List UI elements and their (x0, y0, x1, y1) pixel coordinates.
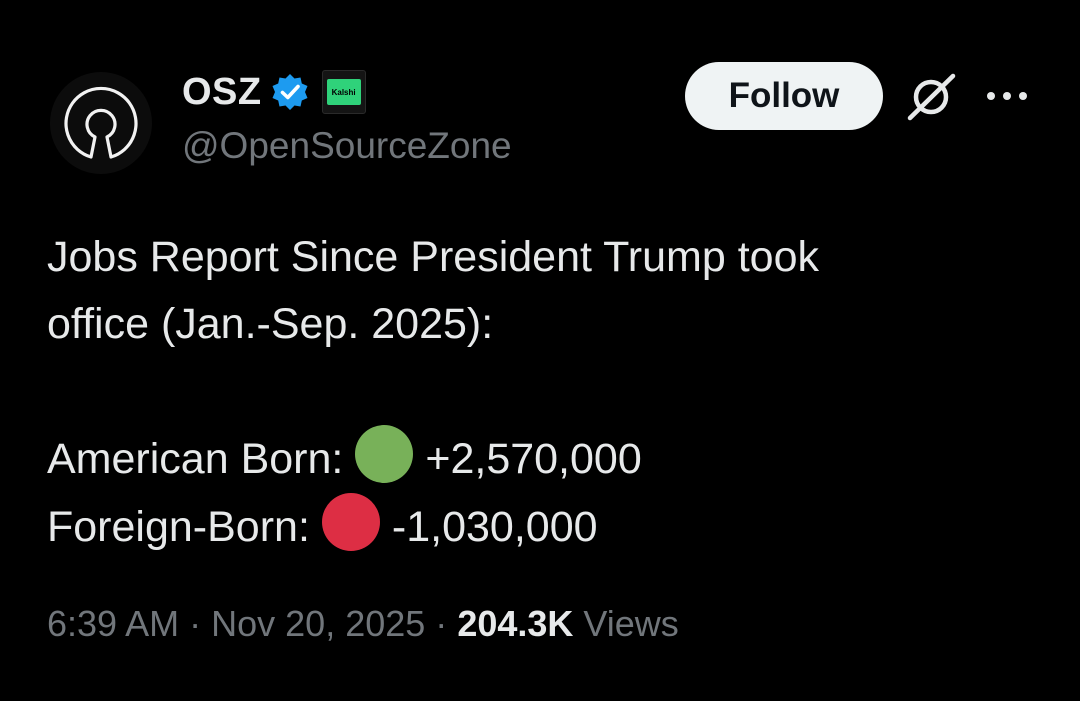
green-circle-icon (355, 425, 414, 483)
open-source-logo-icon (64, 86, 138, 159)
american-born-label: American Born: (47, 435, 344, 483)
tweet-meta: 6:39 AM · Nov 20, 2025 · 204.3K Views (47, 603, 679, 645)
tweet-time[interactable]: 6:39 AM (47, 603, 179, 644)
avatar[interactable] (50, 72, 152, 174)
author-handle[interactable]: @OpenSourceZone (182, 125, 512, 167)
foreign-born-value: -1,030,000 (391, 503, 598, 551)
american-born-line: American Born: +2,570,000 (47, 425, 1037, 493)
meta-separator: · (189, 603, 202, 644)
tweet-text: Jobs Report Since President Trump took o… (47, 224, 1037, 561)
more-options-icon[interactable] (984, 84, 1030, 108)
display-name[interactable]: OSZ (182, 71, 262, 114)
tweet-line-1: Jobs Report Since President Trump took (47, 233, 819, 281)
red-circle-icon (321, 493, 380, 551)
tweet-date[interactable]: Nov 20, 2025 (211, 603, 425, 644)
foreign-born-label: Foreign-Born: (47, 503, 310, 551)
views-count[interactable]: 204.3K (457, 603, 573, 644)
grok-icon[interactable] (904, 72, 958, 122)
views-label: Views (583, 603, 679, 644)
foreign-born-line: Foreign-Born: -1,030,000 (47, 493, 1037, 561)
author-name-row: OSZ Kalshi (182, 70, 366, 114)
affiliate-label: Kalshi (326, 79, 361, 105)
follow-button[interactable]: Follow (685, 62, 883, 130)
affiliate-badge[interactable]: Kalshi (321, 70, 366, 114)
meta-separator: · (435, 603, 448, 644)
verified-badge-icon[interactable] (270, 72, 310, 112)
american-born-value: +2,570,000 (425, 435, 642, 483)
tweet-line-2: office (Jan.-Sep. 2025): (47, 300, 494, 348)
